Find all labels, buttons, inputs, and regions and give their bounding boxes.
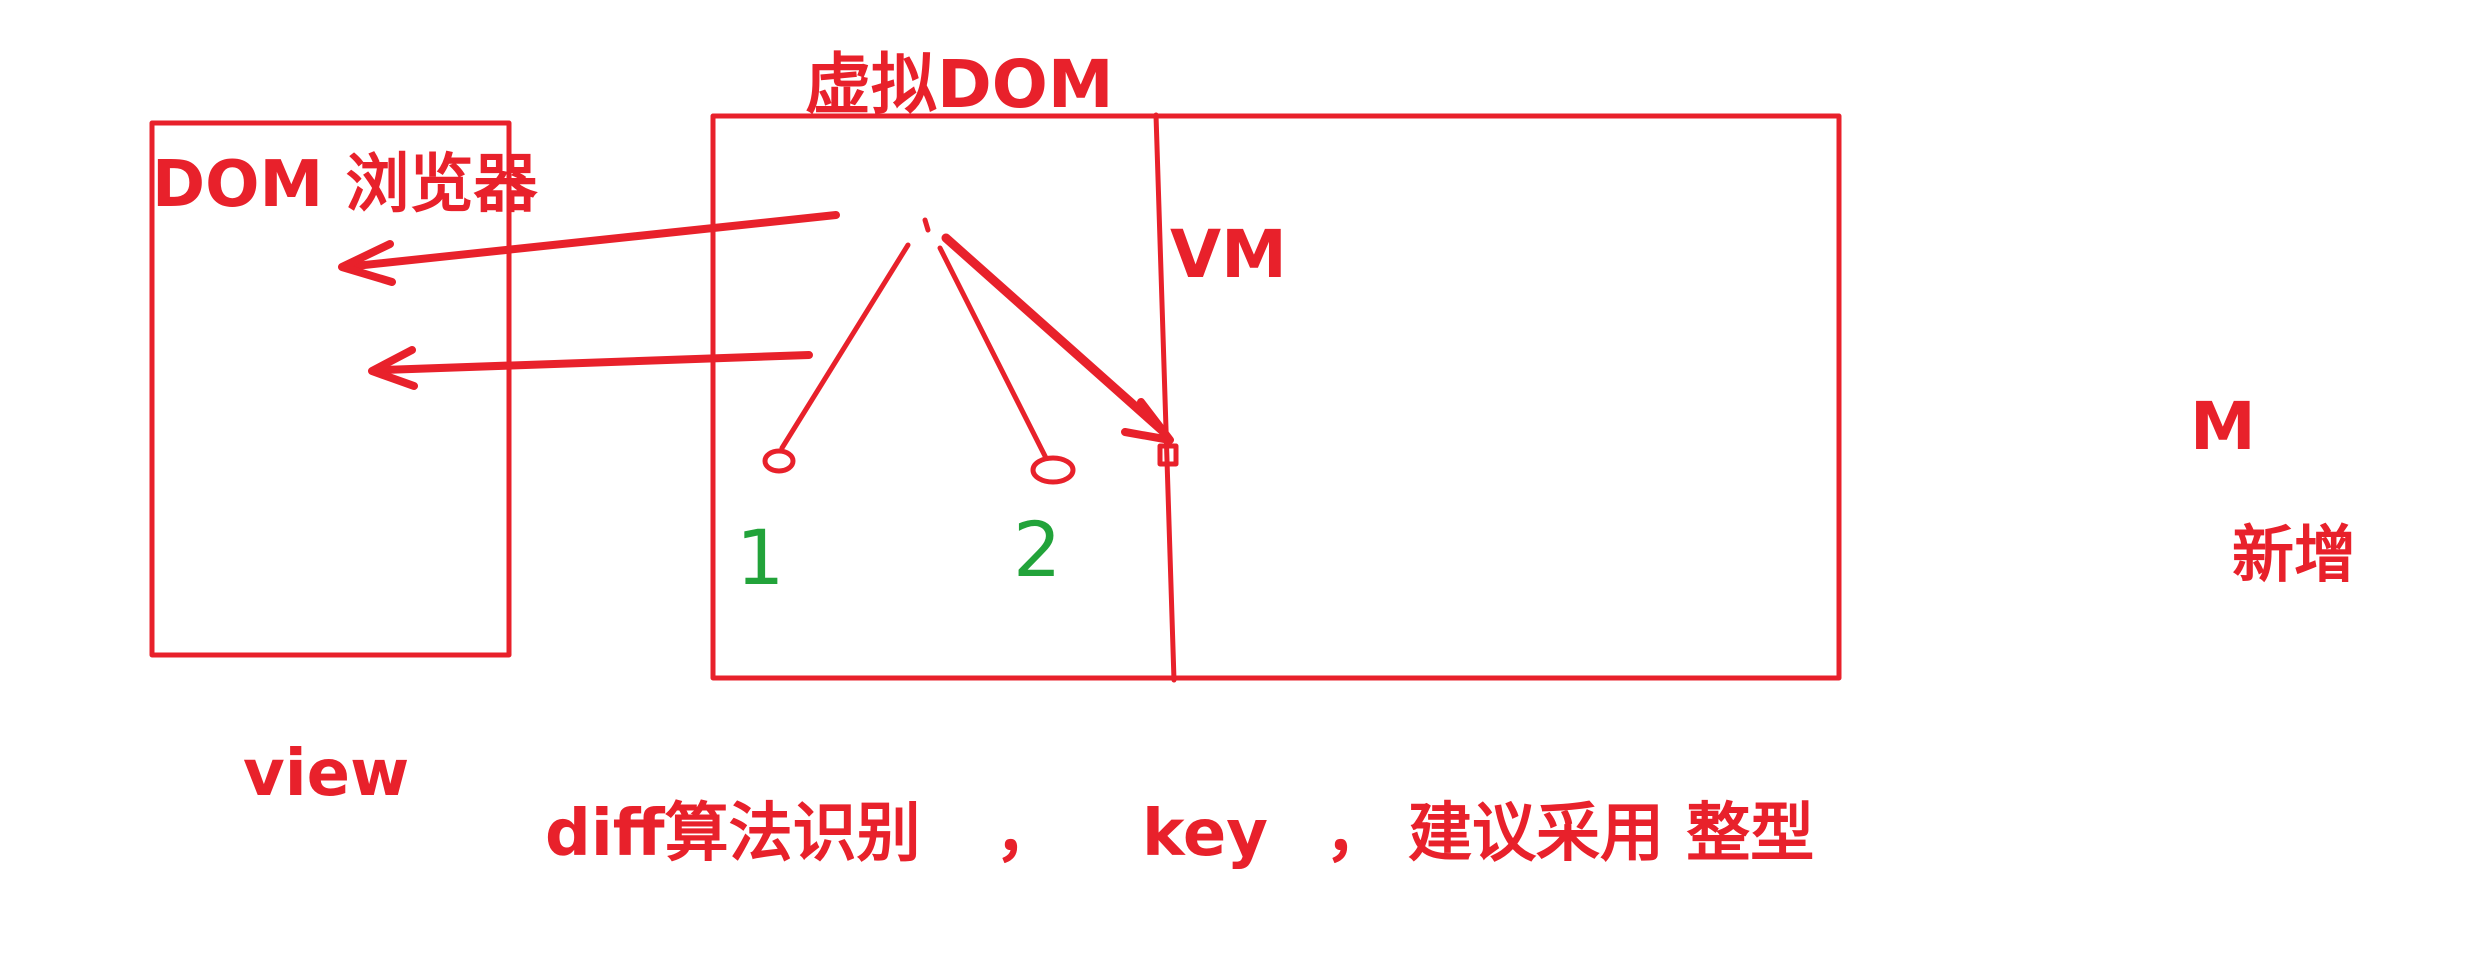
caption-comma-two: ， [1325,797,1389,871]
suggest-caption: 建议采用 整型 [1408,797,1815,871]
node-one-label: 1 [736,513,785,602]
diff-caption: diff算法识别 [545,797,921,871]
tree-node-two [1030,455,1076,485]
arrow-upper-shaft [351,211,840,270]
arrow-lower-shaft [379,351,813,374]
view-label: view [243,737,410,811]
added-label: 新增 [2232,518,2357,591]
m-label: M [2190,388,2256,465]
key-caption: key [1142,797,1268,871]
caption-comma-one: ， [995,797,1059,871]
tree-root-dot [922,217,931,233]
dom-browser-label: DOM 浏览器 [152,148,538,222]
vm-box [710,113,1842,681]
vm-label: VM [1170,216,1287,293]
vm-divider-line [1153,112,1177,683]
tree-node-one [762,448,796,474]
tree-branch-left [779,242,911,451]
tree-branch-right [941,233,1169,437]
node-two-label: 2 [1013,505,1062,594]
virtual-dom-title: 虚拟DOM [805,46,1114,123]
